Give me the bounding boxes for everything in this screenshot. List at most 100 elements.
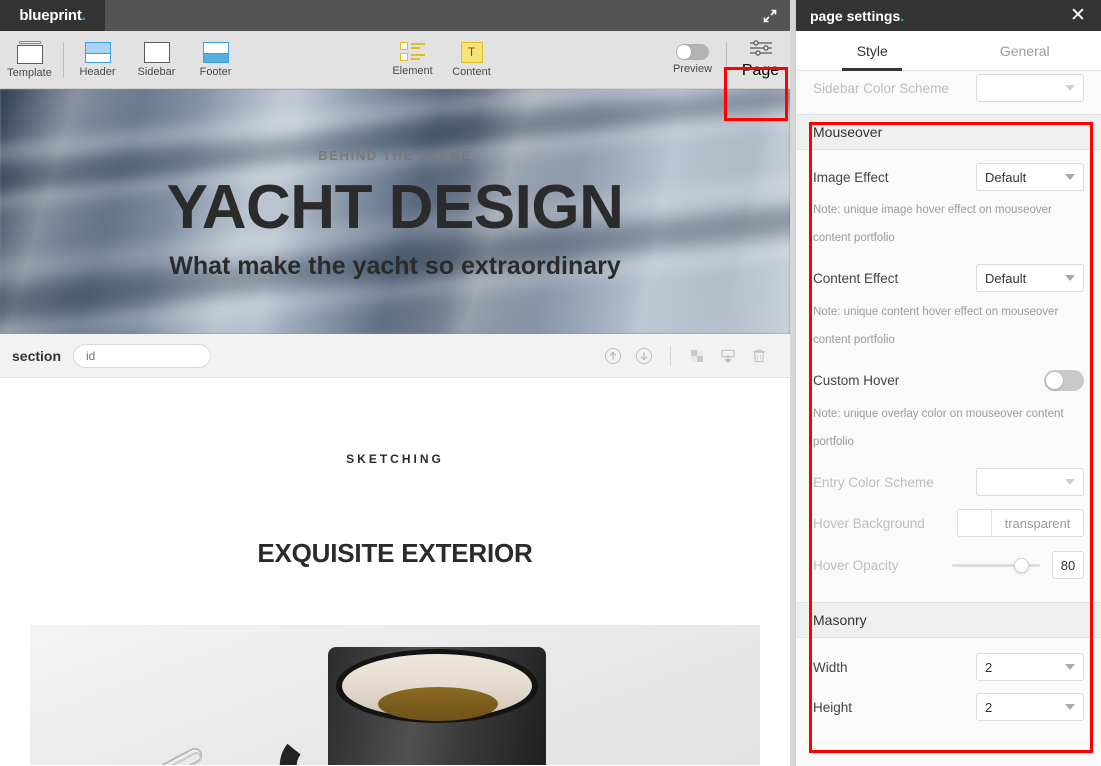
duplicate-icon[interactable] — [688, 347, 706, 365]
coffee-mug-and-paperclips-photo — [30, 625, 760, 765]
row-masonry-width-label: Width — [813, 659, 848, 675]
masonry-height-value: 2 — [985, 699, 993, 715]
row-sidebar-color-scheme[interactable]: Sidebar Color Scheme — [796, 71, 1101, 105]
footer-layout-icon — [202, 41, 229, 63]
section-label: section — [12, 347, 62, 364]
color-swatch[interactable] — [958, 510, 992, 536]
content-kicker: SKETCHING — [346, 452, 444, 466]
paperclip-icon — [157, 745, 205, 765]
group-gap — [796, 586, 1101, 602]
element-icon — [399, 42, 426, 62]
toolbar-item-preview[interactable]: Preview — [663, 31, 722, 88]
app-root: blueprint. Template Header Sidebar Foote… — [0, 0, 1101, 766]
toolbar-item-element-label: Element — [392, 65, 433, 77]
hero-text-block: BEHIND THE SCENE YACHT DESIGN What make … — [0, 89, 790, 334]
page-settings-panel: page settings. ✕ Style General Sidebar C… — [795, 0, 1101, 766]
toolbar-item-header-label: Header — [79, 65, 116, 78]
custom-hover-toggle[interactable] — [1044, 369, 1084, 391]
hover-background-colorfield[interactable]: transparent — [957, 509, 1084, 537]
row-masonry-height-label: Height — [813, 699, 853, 715]
row-entry-color-scheme[interactable]: Entry Color Scheme — [796, 456, 1101, 502]
editor-area: blueprint. Template Header Sidebar Foote… — [0, 0, 790, 766]
note-custom-hover-line2: portfolio — [813, 436, 854, 448]
expand-icon[interactable] — [762, 8, 778, 24]
row-custom-hover[interactable]: Custom Hover — [796, 354, 1101, 400]
note-content-effect-line1: Note: unique content hover effect on mou… — [813, 306, 1059, 318]
section-id-input[interactable] — [73, 343, 212, 368]
toolbar-item-content[interactable]: T Content — [442, 31, 501, 88]
entry-color-scheme-select[interactable] — [976, 468, 1084, 496]
header-layout-icon — [84, 41, 111, 63]
sliders-icon — [749, 39, 773, 57]
note-image-effect-line1: Note: unique image hover effect on mouse… — [813, 204, 1052, 216]
toolbar-item-preview-label: Preview — [672, 63, 713, 75]
brand-dot: . — [81, 7, 86, 24]
hover-opacity-value[interactable]: 80 — [1052, 551, 1084, 579]
note-custom-hover-line1: Note: unique overlay color on mouseover … — [813, 408, 1064, 420]
row-content-effect-label: Content Effect — [813, 270, 899, 286]
row-sidebar-color-scheme-label: Sidebar Color Scheme — [813, 80, 949, 96]
tab-general[interactable]: General — [949, 31, 1101, 70]
row-entry-color-scheme-label: Entry Color Scheme — [813, 474, 934, 490]
toolbar-item-template-label: Template — [7, 66, 52, 79]
row-hover-opacity-label: Hover Opacity — [813, 557, 899, 573]
sidebar-layout-icon — [143, 41, 170, 63]
chevron-down-icon — [1065, 275, 1075, 281]
row-masonry-height[interactable]: Height 2 — [796, 686, 1101, 728]
group-header-masonry: Masonry — [796, 602, 1101, 638]
toolbar-item-page-label: Page — [741, 62, 780, 79]
panel-body: Sidebar Color Scheme Mouseover Image Eff… — [796, 71, 1101, 728]
hero-banner[interactable]: BEHIND THE SCENE YACHT DESIGN What make … — [0, 89, 790, 334]
toolbar-item-header[interactable]: Header — [68, 31, 127, 88]
hero-subtitle: What make the yacht so extraordinary — [169, 252, 621, 281]
tab-style[interactable]: Style — [796, 31, 949, 70]
preview-toggle[interactable] — [676, 44, 709, 60]
hover-background-value: transparent — [1004, 515, 1071, 531]
toolbar-item-sidebar-label: Sidebar — [137, 65, 176, 78]
row-hover-opacity[interactable]: Hover Opacity 80 — [796, 544, 1101, 586]
sidebar-color-scheme-select[interactable] — [976, 74, 1084, 102]
content-effect-select[interactable]: Default — [976, 264, 1084, 292]
note-content-effect-line2: content portfolio — [813, 334, 895, 346]
row-hover-background[interactable]: Hover Background transparent — [796, 502, 1101, 544]
toolbar-item-element[interactable]: Element — [383, 31, 442, 88]
content-photo-wrap[interactable] — [0, 625, 790, 765]
canvas-content: SKETCHING EXQUISITE EXTERIOR — [0, 378, 790, 765]
main-toolbar: Template Header Sidebar Footer Element T… — [0, 31, 790, 121]
image-effect-select[interactable]: Default — [976, 163, 1084, 191]
content-effect-value: Default — [985, 270, 1027, 286]
row-hover-background-label: Hover Background — [813, 515, 925, 531]
hero-kicker: BEHIND THE SCENE — [318, 147, 472, 163]
mug-shape — [276, 647, 546, 765]
toolbar-item-footer[interactable]: Footer — [186, 31, 245, 88]
app-titlebar: blueprint. — [0, 0, 790, 31]
toolbar-item-template[interactable]: Template — [0, 31, 59, 88]
close-icon[interactable]: ✕ — [1069, 6, 1087, 25]
toolbar-item-footer-label: Footer — [199, 65, 232, 78]
group-header-mouseover: Mouseover — [796, 114, 1101, 150]
toolbar-divider — [63, 41, 64, 78]
brand-logo[interactable]: blueprint. — [0, 0, 105, 31]
toolbar-item-sidebar[interactable]: Sidebar — [127, 31, 186, 88]
content-text-icon: T — [460, 41, 483, 63]
group-header-mouseover-label: Mouseover — [813, 124, 883, 140]
toolbar-item-page[interactable]: Page — [731, 31, 790, 88]
row-masonry-width[interactable]: Width 2 — [796, 638, 1101, 686]
template-icon — [16, 40, 44, 64]
masonry-width-select[interactable]: 2 — [976, 653, 1084, 681]
masonry-height-select[interactable]: 2 — [976, 693, 1084, 721]
chevron-down-icon — [1065, 664, 1075, 670]
arrow-up-circle-icon[interactable] — [604, 347, 622, 365]
panel-title-dot: . — [900, 7, 905, 24]
row-image-effect[interactable]: Image Effect Default — [796, 150, 1101, 196]
panel-tabs: Style General — [796, 31, 1101, 71]
image-effect-value: Default — [985, 169, 1027, 185]
arrow-down-circle-icon[interactable] — [635, 347, 653, 365]
insert-below-icon[interactable] — [719, 347, 737, 365]
section-toolbar: section — [0, 334, 790, 378]
brand-name: blueprint — [19, 7, 82, 24]
content-heading: EXQUISITE EXTERIOR — [257, 538, 533, 568]
hover-opacity-slider[interactable] — [952, 556, 1040, 574]
row-content-effect[interactable]: Content Effect Default — [796, 252, 1101, 298]
trash-icon[interactable] — [750, 347, 768, 365]
